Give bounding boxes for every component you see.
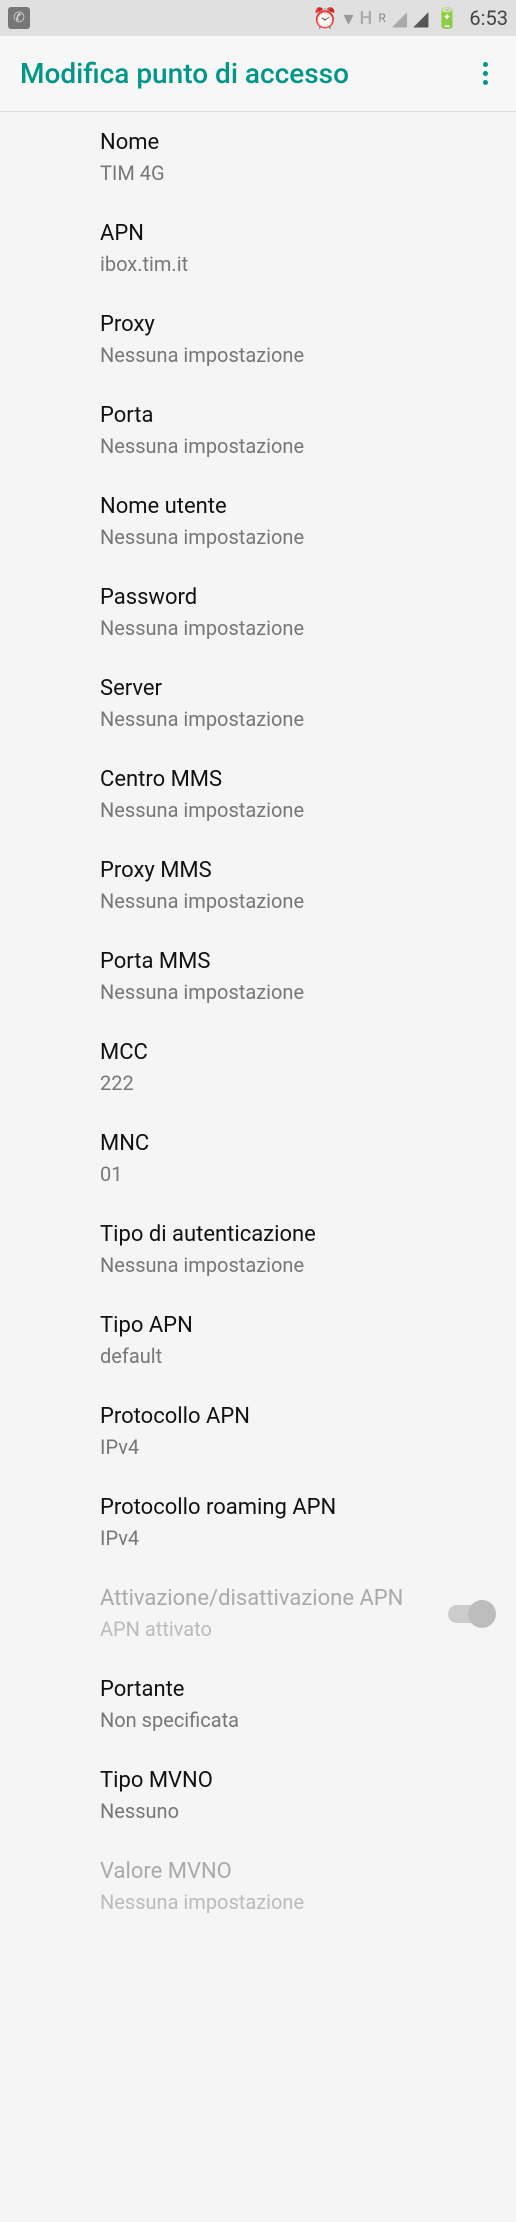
setting-row[interactable]: Proxy MMS Nessuna impostazione [0, 840, 516, 931]
setting-row[interactable]: MNC 01 [0, 1113, 516, 1204]
alarm-icon: ⏰ [313, 6, 338, 30]
setting-value: default [100, 1344, 492, 1368]
setting-label: Password [100, 585, 492, 610]
setting-row[interactable]: Porta MMS Nessuna impostazione [0, 931, 516, 1022]
setting-value: Nessuna impostazione [100, 343, 492, 367]
setting-value: 222 [100, 1071, 492, 1095]
signal-2-icon: ◢ [413, 6, 428, 30]
apn-enable-switch [448, 1605, 492, 1623]
status-time: 6:53 [469, 6, 508, 30]
setting-value: Nessuna impostazione [100, 525, 492, 549]
setting-value: Nessuna impostazione [100, 1253, 492, 1277]
settings-list: Nome TIM 4G APN ibox.tim.it Proxy Nessuna imp… [0, 112, 516, 1972]
setting-label: Porta [100, 403, 492, 428]
setting-row[interactable]: Protocollo APN IPv4 [0, 1386, 516, 1477]
setting-label: APN [100, 221, 492, 246]
setting-label: Tipo APN [100, 1313, 492, 1338]
setting-value: Non specificata [100, 1708, 492, 1732]
setting-value: Nessuna impostazione [100, 434, 492, 458]
roaming-icon: R [378, 11, 385, 25]
setting-label: Nome utente [100, 494, 492, 519]
setting-label: Tipo di autenticazione [100, 1222, 492, 1247]
setting-value: IPv4 [100, 1526, 492, 1550]
setting-row[interactable]: Nome utente Nessuna impostazione [0, 476, 516, 567]
setting-row[interactable]: Password Nessuna impostazione [0, 567, 516, 658]
setting-label: Porta MMS [100, 949, 492, 974]
setting-value: Nessuna impostazione [100, 1890, 492, 1914]
status-left: ✆ [8, 7, 30, 29]
switch-knob [468, 1600, 496, 1628]
signal-1-icon: ◢ [392, 6, 407, 30]
battery-icon: 🔋 [435, 6, 460, 30]
setting-label: Valore MVNO [100, 1859, 492, 1884]
setting-value: Nessuna impostazione [100, 798, 492, 822]
setting-row[interactable]: Porta Nessuna impostazione [0, 385, 516, 476]
setting-row[interactable]: APN ibox.tim.it [0, 203, 516, 294]
setting-row[interactable]: Nome TIM 4G [0, 112, 516, 203]
setting-value: ibox.tim.it [100, 252, 492, 276]
setting-label: Proxy [100, 312, 492, 337]
setting-value: Nessuna impostazione [100, 707, 492, 731]
setting-label: Centro MMS [100, 767, 492, 792]
setting-label: Nome [100, 130, 492, 155]
setting-label: Protocollo roaming APN [100, 1495, 492, 1520]
setting-value: Nessuna impostazione [100, 616, 492, 640]
setting-row[interactable]: Proxy Nessuna impostazione [0, 294, 516, 385]
setting-row[interactable]: Protocollo roaming APN IPv4 [0, 1477, 516, 1568]
setting-label: Portante [100, 1677, 492, 1702]
setting-row[interactable]: MCC 222 [0, 1022, 516, 1113]
setting-row[interactable]: Tipo MVNO Nessuno [0, 1750, 516, 1841]
setting-row[interactable]: Tipo APN default [0, 1295, 516, 1386]
setting-row: Valore MVNO Nessuna impostazione [0, 1841, 516, 1932]
setting-row[interactable]: Centro MMS Nessuna impostazione [0, 749, 516, 840]
setting-value: Nessuno [100, 1799, 492, 1823]
setting-row[interactable]: Server Nessuna impostazione [0, 658, 516, 749]
setting-label: Proxy MMS [100, 858, 492, 883]
network-type-icon: H [360, 8, 373, 29]
setting-label: Attivazione/disattivazione APN [100, 1586, 436, 1611]
status-right: ⏰ ▾ H R ◢ ◢ 🔋 6:53 [313, 6, 508, 30]
page-title: Modifica punto di accesso [20, 57, 349, 90]
overflow-menu-button[interactable] [475, 54, 496, 93]
setting-value: IPv4 [100, 1435, 492, 1459]
setting-value: Nessuna impostazione [100, 980, 492, 1004]
setting-value: Nessuna impostazione [100, 889, 492, 913]
setting-label: Tipo MVNO [100, 1768, 492, 1793]
wifi-icon: ▾ [344, 6, 354, 30]
status-bar: ✆ ⏰ ▾ H R ◢ ◢ 🔋 6:53 [0, 0, 516, 36]
app-bar: Modifica punto di accesso [0, 36, 516, 112]
setting-label: MNC [100, 1131, 492, 1156]
phone-icon: ✆ [8, 7, 30, 29]
setting-row: Attivazione/disattivazione APN APN attiva… [0, 1568, 516, 1659]
setting-value: TIM 4G [100, 161, 492, 185]
setting-label: Protocollo APN [100, 1404, 492, 1429]
setting-label: MCC [100, 1040, 492, 1065]
setting-row[interactable]: Portante Non specificata [0, 1659, 516, 1750]
setting-label: Server [100, 676, 492, 701]
setting-value: APN attivato [100, 1617, 436, 1641]
setting-row[interactable]: Tipo di autenticazione Nessuna impostazio… [0, 1204, 516, 1295]
setting-value: 01 [100, 1162, 492, 1186]
